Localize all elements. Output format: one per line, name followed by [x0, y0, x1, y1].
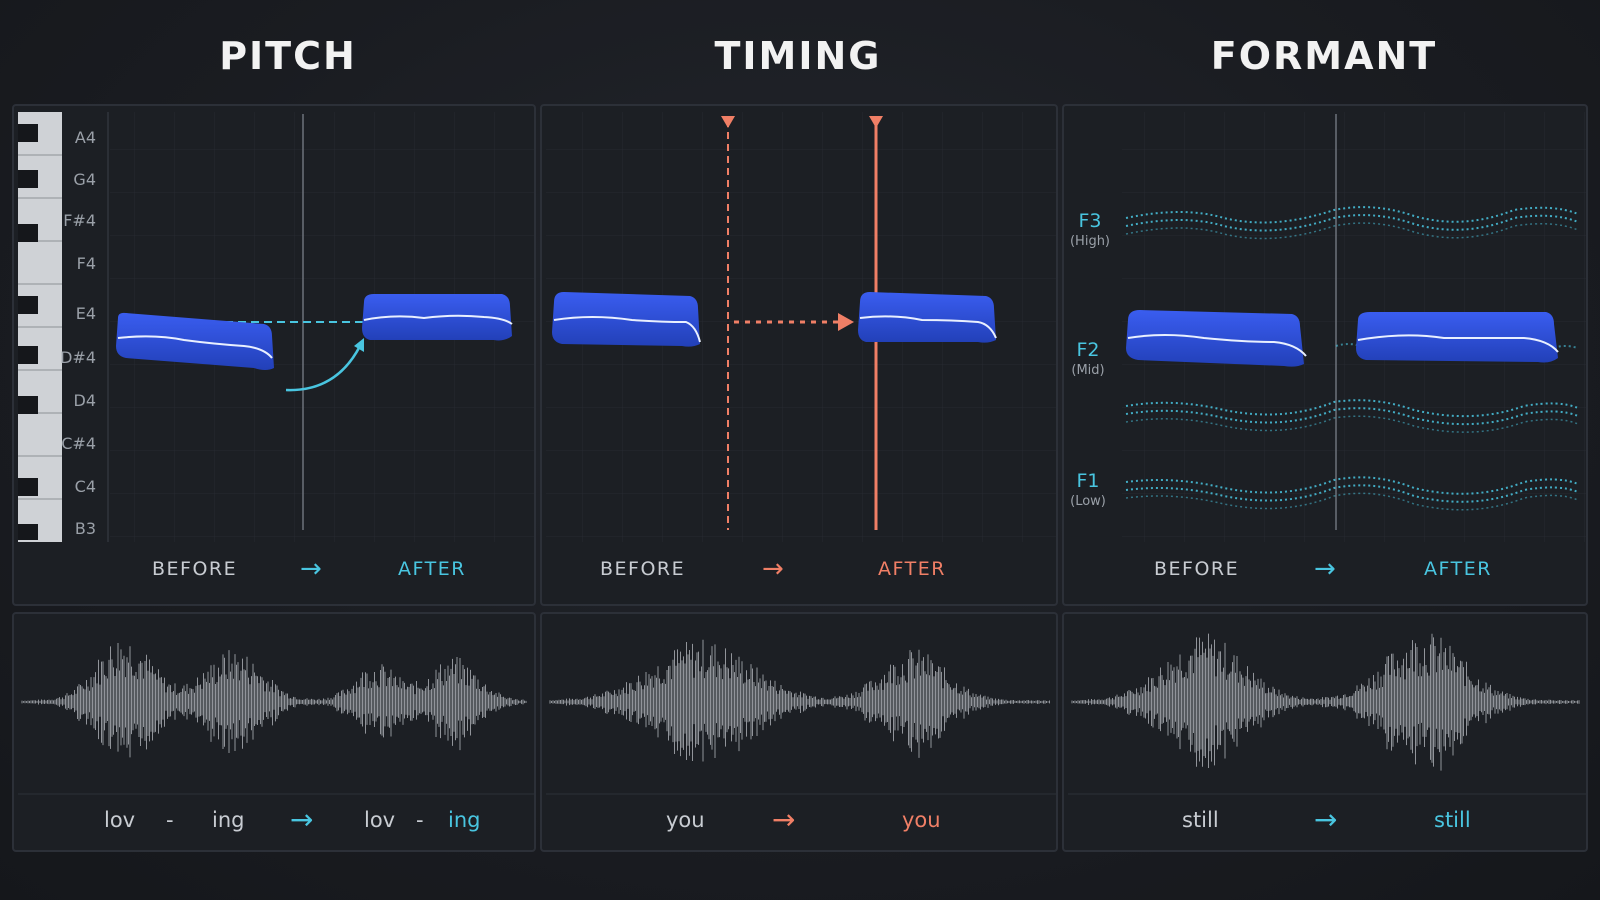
formant-label-f3: F3 (High)	[1069, 210, 1111, 249]
formant-editor-panel[interactable]: F3 (High) F2 (Mid) F1 (Low) BEFORE → AFT…	[1062, 104, 1588, 606]
pitch-after-label: AFTER	[398, 558, 466, 580]
formant-label-f2: F2 (Mid)	[1071, 339, 1105, 378]
formant-word-after: still	[1434, 808, 1471, 832]
formant-arrow-icon: →	[1314, 554, 1338, 584]
pitch-syllable-before-2: ing	[212, 808, 245, 832]
formant-after-label: AFTER	[1424, 558, 1492, 580]
timing-after-label: AFTER	[878, 558, 946, 580]
note-label-fs4: F#4	[63, 211, 96, 230]
timing-waveform[interactable]	[542, 614, 1058, 852]
pitch-title: PITCH	[219, 34, 357, 78]
note-label-ds4: D#4	[60, 348, 96, 367]
timing-editor-panel[interactable]: BEFORE → AFTER	[540, 104, 1058, 606]
note-label-c4: C4	[74, 477, 96, 496]
formant-label-f1: F1 (Low)	[1070, 470, 1106, 509]
timing-word-after: you	[902, 808, 941, 832]
pitch-editor-panel[interactable]: A4 G4 F#4 F4 E4 D#4 D4 C#4 C4 B3 BEFORE …	[12, 104, 536, 606]
note-label-e4: E4	[75, 304, 96, 323]
pitch-syllable-before-1: lov	[104, 808, 136, 832]
formant-before-label: BEFORE	[1154, 558, 1240, 580]
timing-before-label: BEFORE	[600, 558, 686, 580]
note-label-d4: D4	[73, 391, 97, 410]
note-label-cs4: C#4	[61, 434, 96, 453]
timing-waveform-panel[interactable]: you → you	[540, 612, 1058, 852]
pitch-syllable-after-2: ing	[448, 808, 481, 832]
pitch-syllable-before-dash: -	[166, 808, 174, 832]
timing-arrow-icon: →	[762, 554, 786, 584]
timing-word-before: you	[666, 808, 705, 832]
formant-waveform-panel[interactable]: still → still	[1062, 612, 1588, 852]
pitch-syllable-after-dash: -	[416, 808, 424, 832]
pitch-syllable-after-1: lov	[364, 808, 396, 832]
timing-graph[interactable]	[542, 106, 1058, 606]
note-label-f4: F4	[76, 254, 96, 273]
pitch-arrow-icon: →	[300, 554, 324, 584]
pitch-word-arrow-icon: →	[290, 803, 314, 836]
note-label-b3: B3	[74, 519, 96, 538]
note-label-a4: A4	[74, 128, 96, 147]
formant-title: FORMANT	[1210, 34, 1438, 78]
formant-graph[interactable]	[1064, 106, 1588, 606]
pitch-waveform-panel[interactable]: lov - ing → lov - ing	[12, 612, 536, 852]
timing-word-arrow-icon: →	[772, 803, 796, 836]
formant-word-arrow-icon: →	[1314, 803, 1338, 836]
timing-title: TIMING	[714, 34, 882, 78]
formant-word-before: still	[1182, 808, 1219, 832]
note-label-g4: G4	[73, 170, 96, 189]
pitch-before-label: BEFORE	[152, 558, 238, 580]
